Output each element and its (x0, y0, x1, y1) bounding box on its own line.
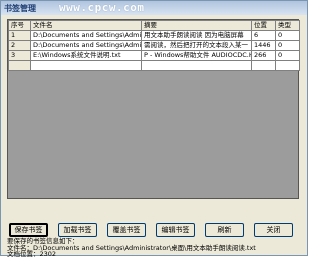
column-header-filename[interactable]: 文件名 (30, 20, 142, 31)
refresh-button[interactable]: 刷新 (205, 223, 244, 237)
column-header-index[interactable]: 序号 (8, 20, 31, 31)
grid-header-row: 序号 文件名 摘要 位置 类型 (8, 20, 300, 31)
info-position: 文档位置：2302 (7, 250, 57, 258)
position-cell[interactable]: 1446 (251, 40, 276, 51)
window-title: 书签管理 (4, 4, 36, 13)
table-row[interactable]: 2 D:\Documents and Settings\Administrato… (8, 40, 300, 51)
overwrite-bookmark-button[interactable]: 覆盖书签 (107, 223, 146, 237)
row-index[interactable]: 1 (8, 30, 31, 41)
type-cell[interactable]: 0 (275, 40, 300, 51)
row-index (8, 60, 31, 71)
bookmark-grid[interactable]: 序号 文件名 摘要 位置 类型 1 D:\Documents and Setti… (8, 20, 300, 71)
save-bookmark-button[interactable]: 保存书签 (9, 223, 48, 237)
filename-cell[interactable]: D:\Documents and Settings\Administrator\… (30, 40, 142, 51)
table-row[interactable]: 3 E:\Windows系统文件说明.txt P - Windows帮助文件 A… (8, 50, 300, 61)
empty-cell (251, 60, 276, 71)
empty-cell (275, 60, 300, 71)
type-cell[interactable]: 0 (275, 50, 300, 61)
column-header-type[interactable]: 类型 (275, 20, 300, 31)
empty-cell (141, 60, 252, 71)
edit-bookmark-button[interactable]: 编辑书签 (156, 223, 195, 237)
filename-cell[interactable]: D:\Documents and Settings\Administrator\… (30, 30, 142, 41)
row-index[interactable]: 3 (8, 50, 31, 61)
summary-cell[interactable]: P - Windows帮助文件 AUDIOCDC.HLP - 音 (141, 50, 252, 61)
watermark: www.cpcw.com (59, 1, 145, 14)
empty-table-row (8, 60, 300, 71)
position-cell[interactable]: 266 (251, 50, 276, 61)
table-row[interactable]: 1 D:\Documents and Settings\Administrato… (8, 30, 300, 41)
close-button[interactable]: 关闭 (254, 223, 293, 237)
summary-cell[interactable]: 用文本助手朗读阅读 因为电脑屏幕 (141, 30, 252, 41)
type-cell[interactable]: 0 (275, 30, 300, 41)
bookmark-manager-window: 书签管理 www.cpcw.com 序号 文件名 摘要 位置 类型 1 D:\D… (0, 0, 308, 258)
position-cell[interactable]: 6 (251, 30, 276, 41)
column-header-position[interactable]: 位置 (251, 20, 276, 31)
bookmark-grid-panel: 序号 文件名 摘要 位置 类型 1 D:\Documents and Setti… (7, 19, 300, 199)
title-bar[interactable]: 书签管理 www.cpcw.com (1, 1, 307, 15)
load-bookmark-button[interactable]: 加载书签 (58, 223, 97, 237)
column-header-summary[interactable]: 摘要 (141, 20, 252, 31)
filename-cell[interactable]: E:\Windows系统文件说明.txt (30, 50, 142, 61)
summary-cell[interactable]: 需阅读，然后把打开的文本段入某一 (141, 40, 252, 51)
row-index[interactable]: 2 (8, 40, 31, 51)
empty-cell (30, 60, 142, 71)
